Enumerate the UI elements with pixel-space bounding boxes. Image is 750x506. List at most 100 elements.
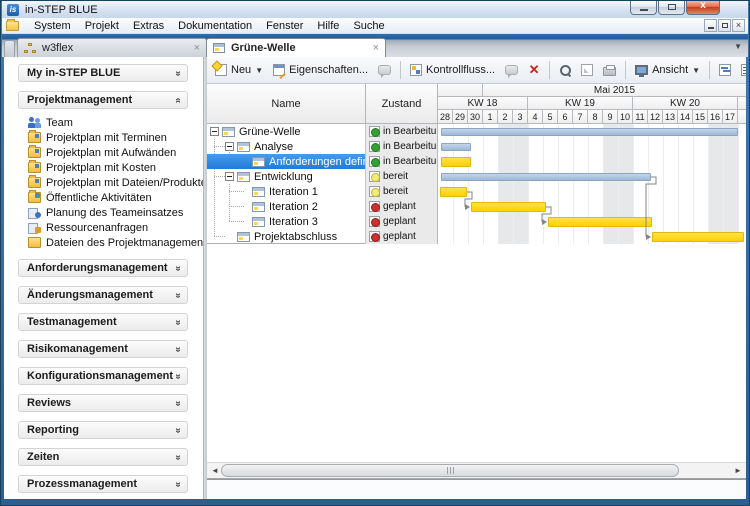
task-icon xyxy=(237,142,250,152)
sidebar-item-planung-des-teameinsatzes[interactable]: Planung des Teameinsatzes xyxy=(4,205,203,220)
tab-scroll-stub[interactable] xyxy=(4,40,15,57)
sidebar-section-prozessmanagement[interactable]: Prozessmanagement» xyxy=(18,475,188,493)
window-title: in-STEP BLUE xyxy=(25,4,98,16)
folder-icon xyxy=(6,21,19,31)
chevron-down-icon: » xyxy=(173,481,184,487)
timeline-day-4: 4 xyxy=(528,110,543,124)
task-row-iteration-3[interactable]: Iteration 3 xyxy=(207,214,365,229)
sidebar-item-label: Projektplan mit Dateien/Produkten xyxy=(46,177,204,189)
status-cell-iteration-1[interactable]: bereit xyxy=(366,184,437,199)
scrollbar-thumb[interactable] xyxy=(221,464,679,477)
tab-label: w3flex xyxy=(42,42,73,54)
menu-projekt[interactable]: Projekt xyxy=(78,18,126,34)
status-cell-analyse[interactable]: in Bearbeitung xyxy=(366,139,437,154)
sidebar-section-zeiten[interactable]: Zeiten» xyxy=(18,448,188,466)
gantt-bar-gr-ne-welle[interactable] xyxy=(441,128,738,136)
sidebar-item-projektplan-mit-kosten[interactable]: Projektplan mit Kosten xyxy=(4,160,203,175)
status-cell-gr-ne-welle[interactable]: in Bearbeitung xyxy=(366,124,437,139)
scroll-left-icon[interactable]: ◄ xyxy=(209,465,221,477)
sidebar-section-nderungsmanagement[interactable]: Änderungsmanagement» xyxy=(18,286,188,304)
task-row-entwicklung[interactable]: Entwicklung xyxy=(207,169,365,184)
collapse-toggle-icon[interactable] xyxy=(210,127,219,136)
task-row-analyse[interactable]: Analyse xyxy=(207,139,365,154)
task-row-iteration-2[interactable]: Iteration 2 xyxy=(207,199,365,214)
task-row-iteration-1[interactable]: Iteration 1 xyxy=(207,184,365,199)
gantt-bar-analyse[interactable] xyxy=(441,143,471,151)
sidebar-item-team[interactable]: Team xyxy=(4,115,203,130)
gantt-bar-iteration-3[interactable] xyxy=(548,217,652,227)
task-row-anforderungen-definieren[interactable]: Anforderungen definieren xyxy=(207,154,365,169)
close-button[interactable]: x xyxy=(686,1,720,15)
new-button[interactable]: Neu▼ xyxy=(211,62,267,78)
status-cell-iteration-2[interactable]: geplant xyxy=(366,199,437,214)
gantt-bar-iteration-2[interactable] xyxy=(471,202,546,212)
tab-gruene-welle[interactable]: Grüne-Welle × xyxy=(206,38,386,57)
status-cell-anforderungen-definieren[interactable]: in Bearbeitung xyxy=(366,154,437,169)
app-icon: is xyxy=(7,4,19,16)
toolbar-separator xyxy=(625,61,626,79)
menu-extras[interactable]: Extras xyxy=(126,18,171,34)
sidebar-section-konfigurationsmanagement[interactable]: Konfigurationsmanagement» xyxy=(18,367,188,385)
horizontal-scrollbar[interactable]: ◄ ► xyxy=(207,462,746,478)
sidebar-section-projektmanagement[interactable]: Projektmanagement» xyxy=(18,91,188,109)
task-row-gr-ne-welle[interactable]: Grüne-Welle xyxy=(207,124,365,139)
fit-view-button[interactable] xyxy=(577,62,597,78)
tab-overflow-icon[interactable]: ▼ xyxy=(734,42,742,51)
comment-button[interactable] xyxy=(374,63,395,77)
sidebar-item-ffentliche-aktivit-ten[interactable]: Öffentliche Aktivitäten xyxy=(4,190,203,205)
gantt-bar-anforderungen-definieren[interactable] xyxy=(441,157,471,167)
columns-button[interactable]: Spalten▼ xyxy=(737,62,746,78)
sidebar-item-ressourcenanfragen[interactable]: Ressourcenanfragen xyxy=(4,220,203,235)
tab-close-icon[interactable]: × xyxy=(194,43,200,53)
sidebar-item-projektplan-mit-terminen[interactable]: Projektplan mit Terminen xyxy=(4,130,203,145)
sidebar-section-reviews[interactable]: Reviews» xyxy=(18,394,188,412)
menu-suche[interactable]: Suche xyxy=(346,18,391,34)
sidebar-section-risikomanagement[interactable]: Risikomanagement» xyxy=(18,340,188,358)
properties-button[interactable]: Eigenschaften... xyxy=(269,62,372,78)
sidebar-section-anforderungsmanagement[interactable]: Anforderungsmanagement» xyxy=(18,259,188,277)
status-cell-entwicklung[interactable]: bereit xyxy=(366,169,437,184)
gantt-bar-entwicklung[interactable] xyxy=(441,173,651,181)
control-flow-button[interactable]: Kontrollfluss... xyxy=(406,62,499,78)
view-button[interactable]: Ansicht▼ xyxy=(631,62,704,78)
scroll-right-icon[interactable]: ► xyxy=(732,465,744,477)
sidebar-section-reporting[interactable]: Reporting» xyxy=(18,421,188,439)
task-name: Analyse xyxy=(254,141,293,153)
menu-hilfe[interactable]: Hilfe xyxy=(310,18,346,34)
maximize-button[interactable] xyxy=(658,1,685,15)
mdi-restore-button[interactable] xyxy=(718,19,731,32)
gantt-view-button[interactable] xyxy=(715,62,735,78)
delete-button[interactable]: ✕ xyxy=(524,62,544,78)
timeline-day-2: 2 xyxy=(498,110,513,124)
sidebar-item-dateien-des-projektmanagements[interactable]: Dateien des Projektmanagements xyxy=(4,235,203,250)
sidebar-item-projektplan-mit-dateien-produkten[interactable]: Projektplan mit Dateien/Produkten xyxy=(4,175,203,190)
tab-w3flex[interactable]: w3flex × xyxy=(17,38,207,57)
minimize-button[interactable] xyxy=(630,1,657,15)
sidebar-item-projektplan-mit-aufw-nden[interactable]: Projektplan mit Aufwänden xyxy=(4,145,203,160)
day-gridline xyxy=(663,124,664,244)
task-row-projektabschluss[interactable]: Projektabschluss xyxy=(207,229,365,244)
gantt-bar-iteration-1[interactable] xyxy=(440,187,467,197)
print-button[interactable] xyxy=(599,63,620,78)
menu-system[interactable]: System xyxy=(27,18,78,34)
status-cell-iteration-3[interactable]: geplant xyxy=(366,214,437,229)
menu-dokumentation[interactable]: Dokumentation xyxy=(171,18,259,34)
timeline-month-label: Mai 2015 xyxy=(483,84,746,97)
gantt-bar-projektabschluss[interactable] xyxy=(652,232,744,242)
sidebar-section-my-in-step-blue[interactable]: My in-STEP BLUE» xyxy=(18,64,188,82)
tab-close-icon[interactable]: × xyxy=(373,43,379,53)
collapse-toggle-icon[interactable] xyxy=(225,142,234,151)
mdi-minimize-button[interactable] xyxy=(704,19,717,32)
weekend-shading xyxy=(723,124,738,244)
column-header-name[interactable]: Name xyxy=(207,84,366,124)
zoom-button[interactable] xyxy=(555,62,575,78)
column-header-zustand[interactable]: Zustand xyxy=(366,84,438,124)
sidebar-section-testmanagement[interactable]: Testmanagement» xyxy=(18,313,188,331)
timeline-day-6: 6 xyxy=(558,110,573,124)
mdi-close-button[interactable]: × xyxy=(732,19,745,32)
collapse-toggle-icon[interactable] xyxy=(225,172,234,181)
menu-fenster[interactable]: Fenster xyxy=(259,18,310,34)
comment-button-2[interactable] xyxy=(501,63,522,77)
chevron-down-icon: » xyxy=(173,319,184,325)
status-cell-projektabschluss[interactable]: geplant xyxy=(366,229,437,244)
